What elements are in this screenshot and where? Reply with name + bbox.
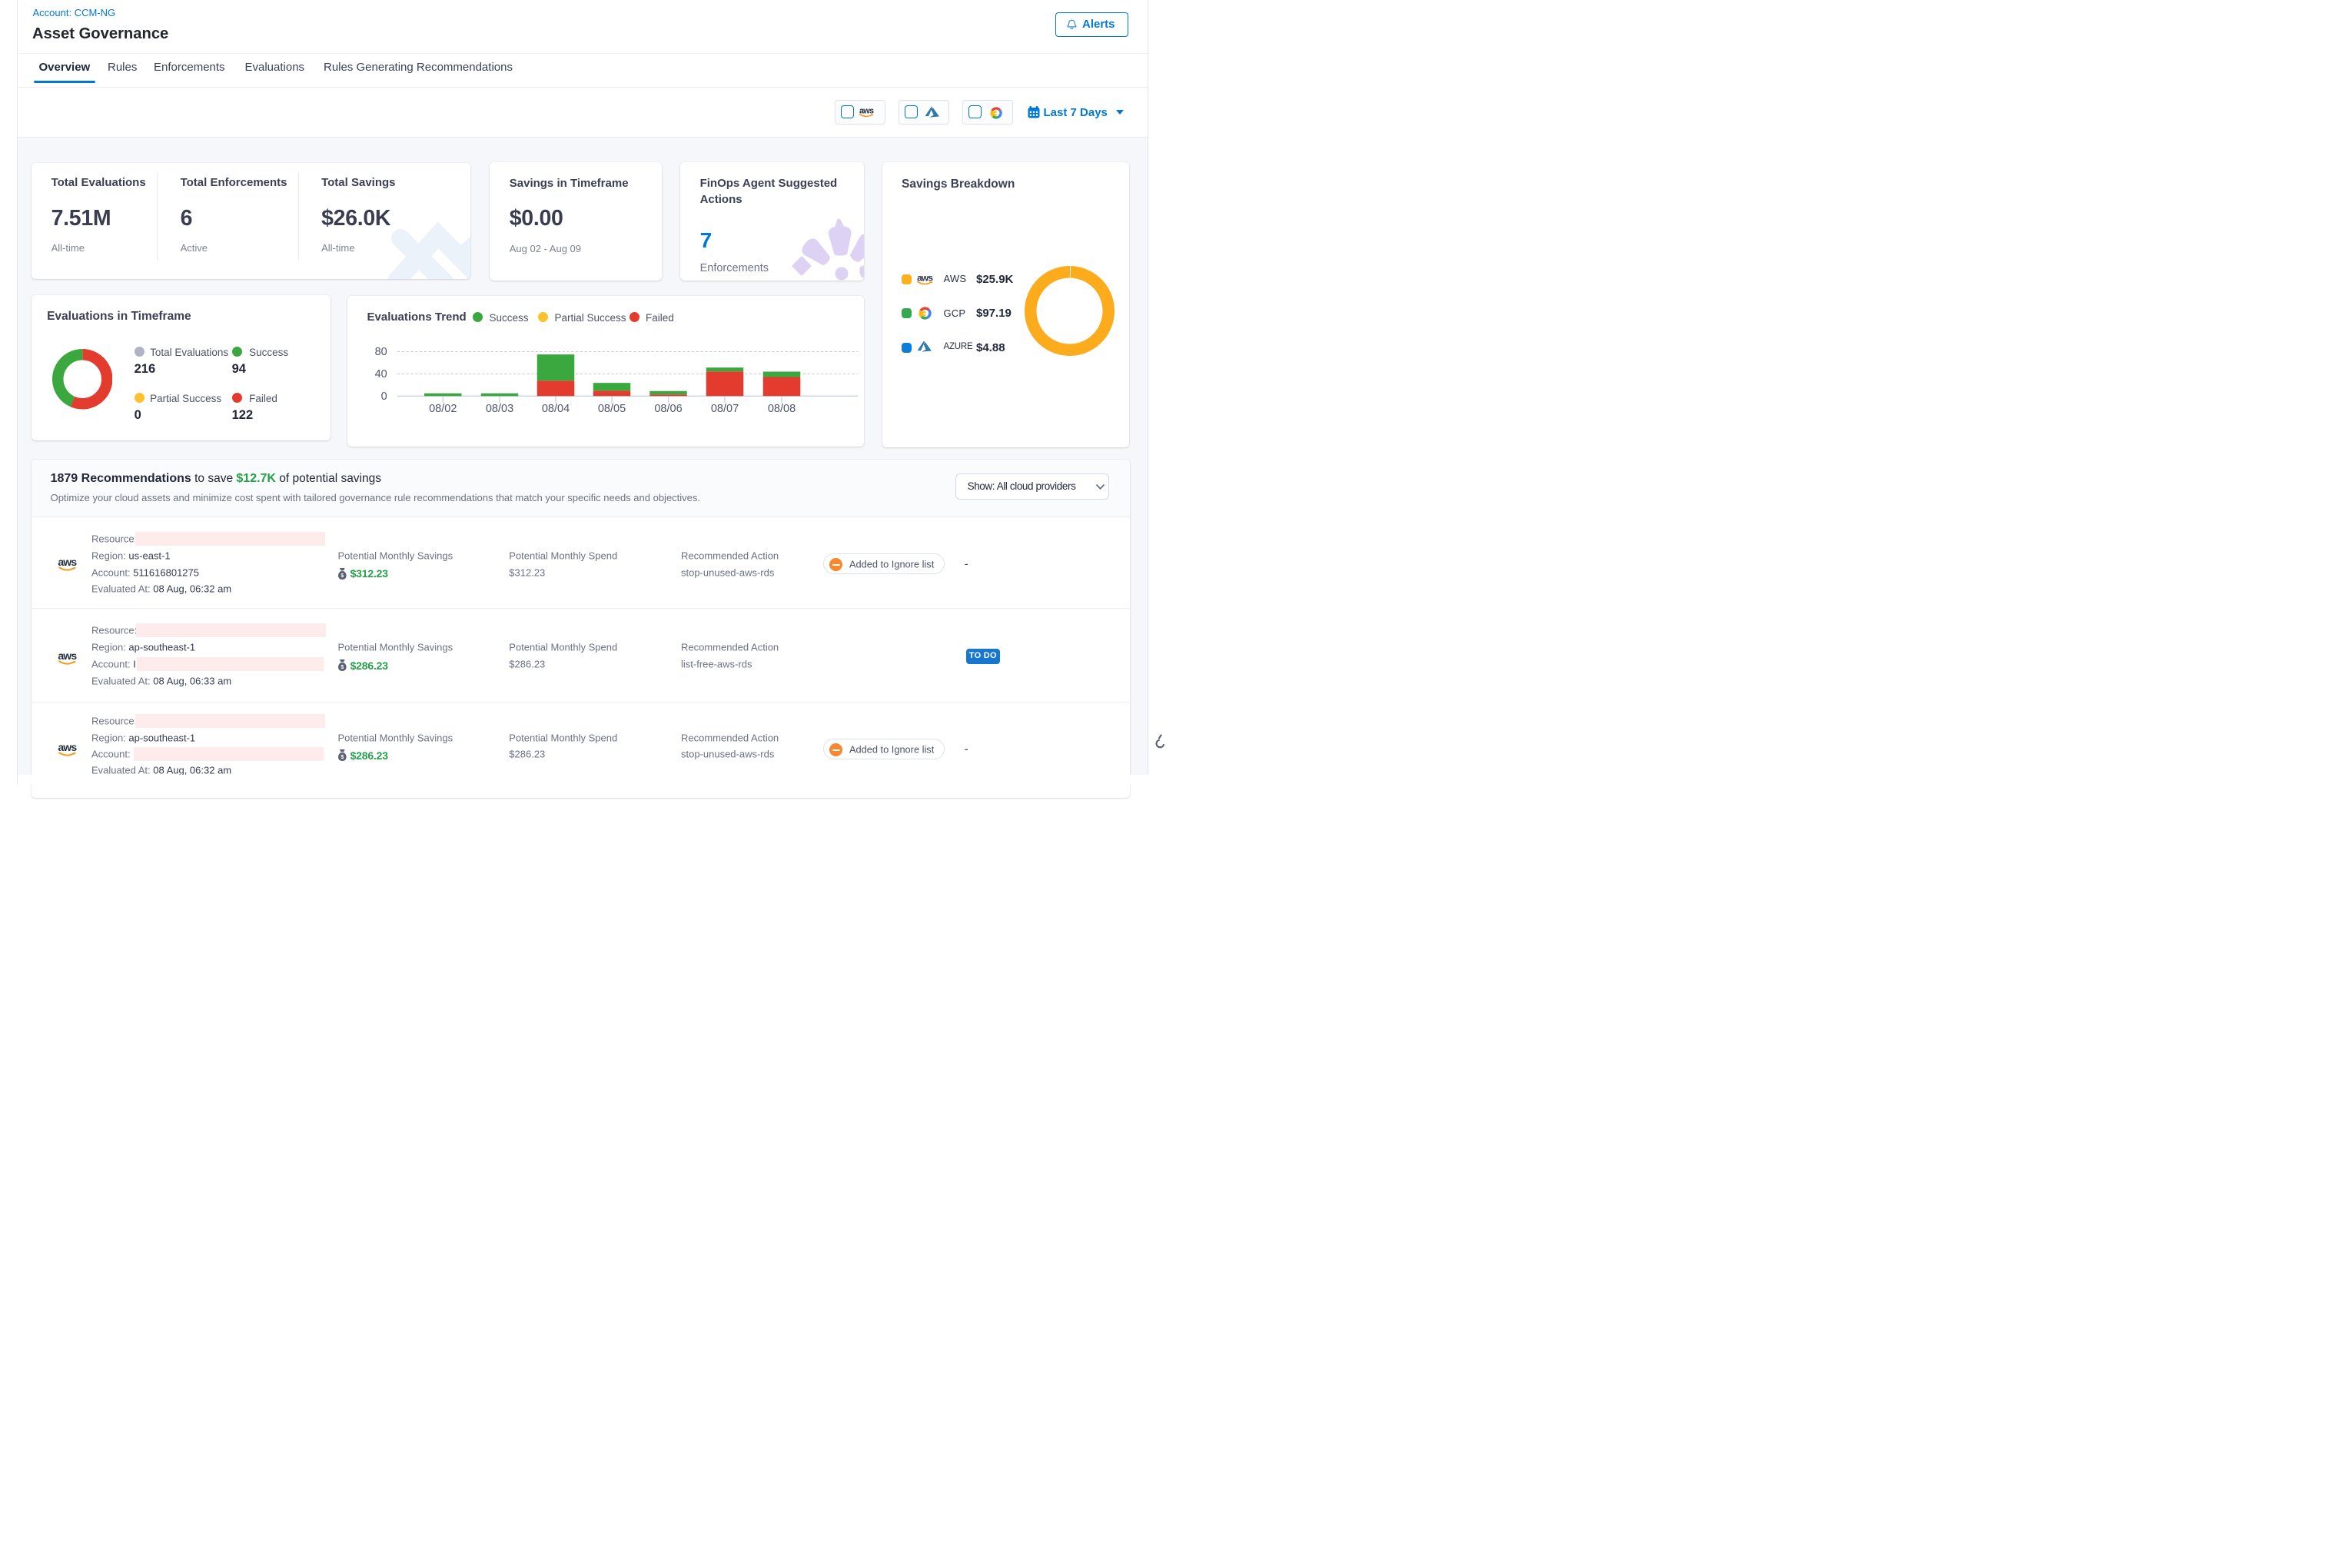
svg-text:$: $ (341, 665, 344, 670)
svg-text:aws: aws (58, 649, 78, 662)
svg-text:$: $ (341, 755, 344, 760)
svg-text:08/08: 08/08 (767, 403, 795, 415)
svg-text:08/05: 08/05 (597, 403, 625, 415)
svg-text:08/02: 08/02 (429, 403, 457, 415)
svg-text:08/04: 08/04 (541, 403, 569, 415)
svg-text:$: $ (341, 573, 344, 579)
svg-text:aws: aws (58, 556, 78, 568)
svg-text:40: 40 (374, 368, 387, 380)
svg-text:08/06: 08/06 (654, 403, 682, 415)
svg-text:08/03: 08/03 (485, 403, 513, 415)
svg-text:aws: aws (58, 741, 78, 753)
svg-text:80: 80 (374, 346, 387, 358)
svg-text:0: 0 (380, 390, 387, 403)
svg-text:08/07: 08/07 (710, 403, 738, 415)
